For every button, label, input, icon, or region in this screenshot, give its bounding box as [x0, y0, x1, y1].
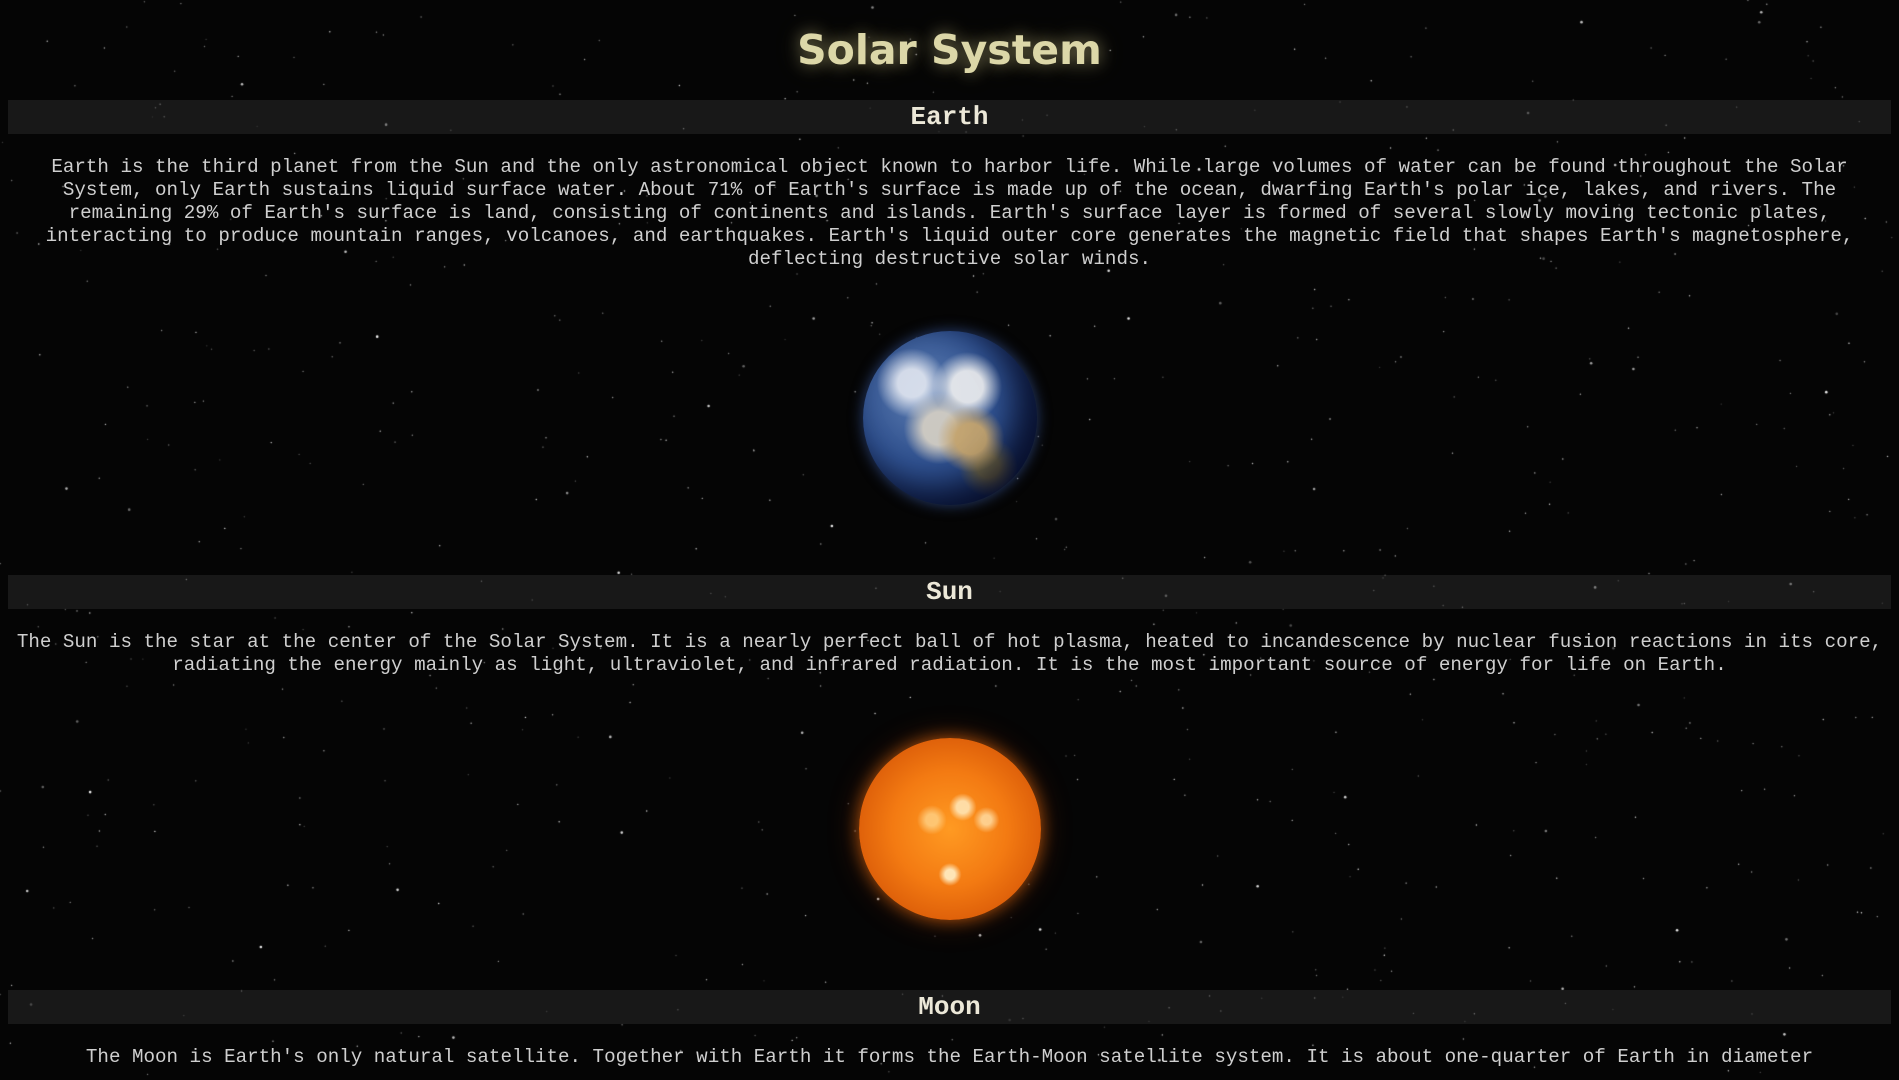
section-heading-moon: Moon — [8, 990, 1891, 1024]
sun-image — [858, 738, 1041, 920]
earth-section: Earth Earth is the third planet from the… — [0, 100, 1899, 505]
page-title: Solar System — [797, 26, 1102, 74]
earth-description: Earth is the third planet from the Sun a… — [45, 156, 1854, 270]
moon-section: Moon The Moon is Earth's only natural sa… — [0, 990, 1899, 1069]
section-heading-sun: Sun — [8, 575, 1891, 609]
page: Solar System Earth Earth is the third pl… — [0, 0, 1899, 1080]
earth-image-container — [0, 331, 1899, 505]
section-heading-earth: Earth — [8, 100, 1891, 134]
sun-image-container — [0, 738, 1899, 920]
sun-description: The Sun is the star at the center of the… — [16, 631, 1883, 676]
earth-image — [862, 331, 1037, 505]
moon-description: The Moon is Earth's only natural satelli… — [85, 1046, 1814, 1068]
sun-section: Sun The Sun is the star at the center of… — [0, 575, 1899, 920]
